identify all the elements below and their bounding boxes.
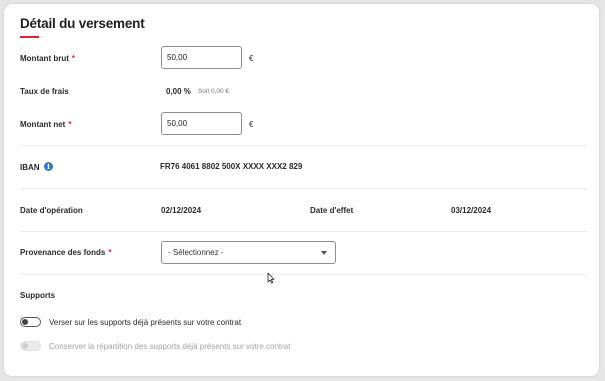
montant-net-label-text: Montant net — [20, 120, 66, 129]
montant-brut-label-text: Montant brut — [20, 54, 69, 63]
toggle-knob — [22, 319, 28, 325]
taux-frais-note: Soit 0,00 € — [198, 88, 230, 95]
required-marker: * — [108, 248, 112, 257]
divider — [20, 274, 587, 275]
date-effet-value: 03/12/2024 — [451, 206, 492, 215]
mouse-pointer-icon — [267, 272, 275, 284]
montant-brut-unit: € — [249, 54, 254, 63]
provenance-selected-value: - Sélectionnez - — [168, 248, 224, 257]
date-operation-value: 02/12/2024 — [161, 206, 202, 215]
taux-frais-value: 0,00 % — [166, 87, 191, 96]
provenance-label-text: Provenance des fonds — [20, 248, 106, 257]
toggle-verser-supports[interactable] — [20, 317, 41, 327]
iban-label: IBAN — [20, 163, 40, 172]
date-effet-label: Date d'effet — [310, 206, 354, 215]
chevron-down-icon — [321, 251, 327, 255]
iban-value: FR76 4061 8802 500X XXXX XXX2 829 — [160, 162, 303, 171]
title-underline — [20, 36, 39, 38]
required-marker: * — [71, 54, 75, 63]
toggle-conserver-repartition-label: Conserver la répartition des supports dé… — [49, 342, 291, 351]
montant-brut-label: Montant brut * — [20, 54, 75, 63]
page-title: Détail du versement — [20, 16, 145, 31]
toggle-conserver-repartition — [20, 341, 41, 351]
divider — [20, 188, 587, 189]
divider — [20, 145, 587, 146]
supports-title: Supports — [20, 291, 56, 300]
montant-net-unit: € — [249, 120, 254, 129]
versement-detail-card: Détail du versement Montant brut * 50,00 … — [4, 4, 599, 376]
taux-frais-label: Taux de frais — [20, 87, 69, 96]
montant-brut-input[interactable]: 50,00 — [161, 46, 242, 69]
info-icon[interactable]: i — [44, 162, 53, 171]
required-marker: * — [68, 120, 72, 129]
montant-net-label: Montant net * — [20, 120, 71, 129]
provenance-label: Provenance des fonds * — [20, 248, 111, 257]
date-operation-label: Date d'opération — [20, 206, 83, 215]
provenance-select[interactable]: - Sélectionnez - — [161, 241, 336, 264]
toggle-verser-supports-label: Verser sur les supports déjà présents su… — [49, 318, 242, 327]
toggle-knob — [22, 343, 28, 349]
montant-net-input[interactable]: 50,00 — [161, 112, 242, 135]
divider — [20, 231, 587, 232]
